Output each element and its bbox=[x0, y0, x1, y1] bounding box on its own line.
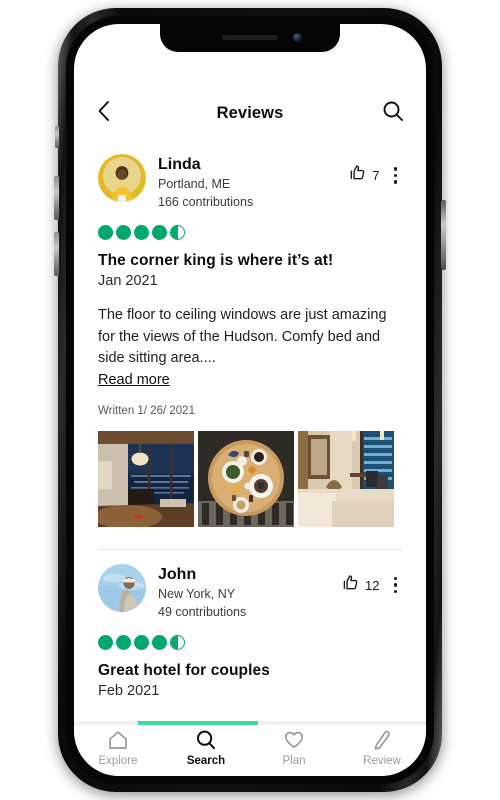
like-button[interactable]: 7 bbox=[349, 164, 380, 186]
author-location: New York, NY bbox=[158, 586, 236, 601]
rating-dot bbox=[152, 225, 167, 241]
author-contributions: 49 contributions bbox=[158, 605, 247, 620]
rating-dots bbox=[98, 225, 402, 241]
nav-item-explore[interactable]: Explore bbox=[78, 729, 158, 767]
speaker-grille-icon bbox=[222, 35, 278, 40]
review-title: Great hotel for couples bbox=[98, 662, 270, 680]
nav-label-search: Search bbox=[186, 755, 226, 767]
bottom-navigation-bar: Explore Search Plan Review bbox=[74, 725, 426, 776]
like-count: 7 bbox=[372, 167, 380, 183]
rating-dots bbox=[98, 635, 402, 651]
rating-dot-half bbox=[170, 225, 185, 241]
search-icon bbox=[382, 100, 404, 127]
like-button[interactable]: 12 bbox=[342, 574, 380, 596]
front-camera-icon bbox=[293, 33, 302, 42]
review-card: John New York, NY 49 contributions 12 Gr… bbox=[74, 550, 426, 699]
author-contributions: 166 contributions bbox=[158, 195, 254, 210]
reviews-scroll-area[interactable]: Linda Portland, ME 166 contributions 7 T… bbox=[74, 140, 426, 725]
overflow-menu-icon[interactable] bbox=[389, 164, 403, 187]
avatar-john[interactable] bbox=[98, 563, 146, 612]
device-notch bbox=[160, 24, 340, 52]
heart-icon bbox=[283, 729, 305, 751]
rating-dot bbox=[98, 635, 113, 651]
header-search-button[interactable] bbox=[374, 100, 404, 127]
rating-dot bbox=[134, 225, 149, 241]
photo-room-seating-area[interactable] bbox=[298, 430, 394, 527]
rating-dot bbox=[134, 635, 149, 651]
review-photo-strip bbox=[98, 430, 402, 527]
review-title: The corner king is where it’s at! bbox=[98, 252, 334, 270]
rating-dot bbox=[116, 635, 131, 651]
app-header: Reviews bbox=[74, 86, 426, 140]
nav-item-review[interactable]: Review bbox=[342, 729, 422, 767]
volume-down-button[interactable] bbox=[54, 232, 59, 276]
phone-screen: Reviews Linda Portland, ME 166 contribut… bbox=[74, 24, 426, 776]
nav-item-search[interactable]: Search bbox=[166, 729, 246, 767]
search-icon bbox=[195, 729, 217, 751]
photo-breakfast-tray[interactable] bbox=[198, 430, 294, 527]
review-written-date: Written 1/ 26/ 2021 bbox=[98, 404, 195, 417]
review-header: John New York, NY 49 contributions 12 bbox=[98, 563, 402, 621]
home-icon bbox=[107, 729, 129, 751]
rating-dot bbox=[116, 225, 131, 241]
rating-dot bbox=[98, 225, 113, 241]
author-location: Portland, ME bbox=[158, 177, 231, 192]
review-body: The floor to ceiling windows are just am… bbox=[98, 307, 387, 367]
rating-dot bbox=[152, 635, 167, 651]
nav-label-plan: Plan bbox=[282, 755, 306, 767]
photo-hotel-room-window-view[interactable] bbox=[98, 430, 194, 527]
review-date: Jan 2021 bbox=[98, 273, 158, 290]
power-button[interactable] bbox=[441, 200, 446, 270]
author-name: Linda bbox=[158, 156, 201, 173]
rating-dot-half bbox=[170, 635, 185, 651]
review-card: Linda Portland, ME 166 contributions 7 T… bbox=[74, 140, 426, 527]
like-count: 12 bbox=[365, 577, 380, 593]
avatar-linda[interactable] bbox=[98, 154, 146, 202]
author-name: John bbox=[158, 565, 197, 583]
nav-label-explore: Explore bbox=[98, 755, 138, 767]
author-block: John New York, NY 49 contributions bbox=[158, 564, 342, 621]
volume-up-button[interactable] bbox=[54, 176, 59, 220]
overflow-menu-icon[interactable] bbox=[389, 574, 403, 597]
author-block: Linda Portland, ME 166 contributions bbox=[158, 154, 349, 211]
pencil-icon bbox=[371, 729, 393, 751]
back-button[interactable] bbox=[96, 99, 126, 128]
review-date: Feb 2021 bbox=[98, 683, 160, 700]
thumbs-up-icon bbox=[349, 164, 366, 186]
review-header: Linda Portland, ME 166 contributions 7 bbox=[98, 154, 402, 211]
thumbs-up-icon bbox=[342, 574, 359, 596]
read-more-link[interactable]: Read more bbox=[98, 372, 170, 388]
review-actions: 12 bbox=[342, 564, 402, 597]
nav-item-plan[interactable]: Plan bbox=[254, 729, 334, 767]
chevron-left-icon bbox=[96, 99, 111, 128]
review-actions: 7 bbox=[349, 154, 402, 187]
nav-label-review: Review bbox=[363, 755, 401, 767]
page-title-wrap: Reviews bbox=[126, 104, 374, 123]
page-title: Reviews bbox=[216, 103, 284, 122]
mute-switch-button[interactable] bbox=[55, 126, 59, 148]
